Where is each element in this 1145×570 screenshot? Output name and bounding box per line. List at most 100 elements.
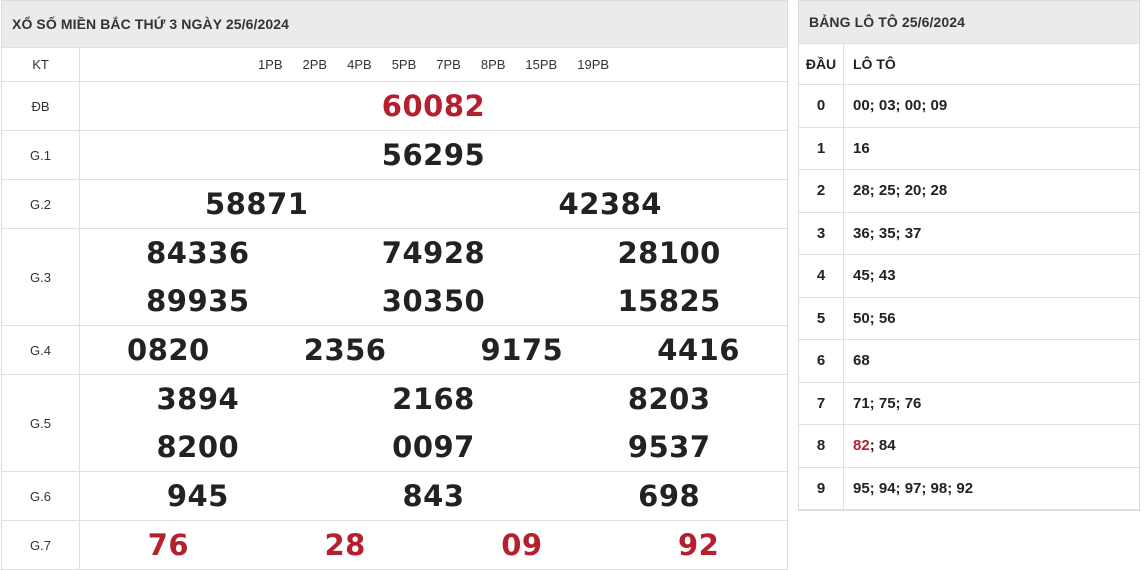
prize-number: 8200	[156, 430, 240, 464]
prize-number: 30350	[381, 284, 486, 318]
prize-number-line: 56295	[80, 131, 787, 179]
loto-head: 6	[799, 339, 844, 383]
prize-numbers-cell: 0820 2356 9175 4416	[79, 325, 787, 375]
prize-number: 28	[324, 528, 366, 562]
loto-values: 50; 56	[843, 296, 1139, 340]
prize-number: 843	[402, 479, 465, 513]
prize-row: G.4 0820 2356 9175 4416	[2, 325, 787, 375]
prize-number-line: 945 843 698	[80, 472, 787, 520]
prize-numbers-cell: 60082	[79, 81, 787, 131]
loto-head: 2	[799, 169, 844, 213]
pb-codes: 1PB 2PB 4PB 5PB 7PB 8PB 15PB 19PB	[80, 57, 787, 72]
prize-number: 2356	[303, 333, 387, 367]
loto-text: 28; 25; 20; 28	[853, 182, 948, 200]
loto-head-col: ĐẦU	[799, 43, 844, 85]
loto-head: 9	[799, 466, 844, 510]
loto-text: 16	[853, 139, 870, 157]
pb-code: 2PB	[302, 57, 328, 72]
prize-number: 9175	[480, 333, 564, 367]
prize-number-line: 84336 74928 28100	[80, 229, 787, 277]
loto-panel: BẢNG LÔ TÔ 25/6/2024 ĐẦU LÔ TÔ 0 00; 03; …	[798, 0, 1140, 511]
prize-number: 84336	[146, 236, 250, 270]
prize-number: 92	[677, 528, 720, 562]
loto-head: 5	[799, 296, 844, 340]
pb-code: 15PB	[525, 57, 558, 72]
prize-number: 945	[166, 479, 229, 513]
prize-number: 0097	[392, 430, 475, 464]
loto-head: 8	[799, 424, 844, 468]
loto-head: 1	[799, 126, 844, 170]
prize-number: 0820	[127, 333, 210, 367]
prize-number-line: 76 28 09 92	[80, 521, 787, 569]
pb-code: 7PB	[436, 57, 461, 72]
pb-codes-cell: 1PB 2PB 4PB 5PB 7PB 8PB 15PB 19PB	[79, 47, 787, 82]
prize-number-line: 58871 42384	[80, 180, 787, 228]
pb-code: 5PB	[391, 57, 417, 72]
prize-number-line: 0820 2356 9175 4416	[80, 326, 787, 374]
prize-number: 698	[638, 479, 701, 513]
prize-number: 3894	[156, 382, 240, 416]
loto-values: 68	[843, 339, 1139, 383]
loto-text: 00; 03; 00; 09	[853, 97, 948, 115]
loto-table: ĐẦU LÔ TÔ 0 00; 03; 00; 09 1 16 2 28; 25; 20;…	[799, 43, 1139, 510]
prize-row: G.2 58871 42384	[2, 179, 787, 229]
loto-header-row: ĐẦU LÔ TÔ	[799, 43, 1139, 85]
prize-row: ĐB 60082	[2, 81, 787, 131]
prize-row: G.3 84336 74928 28100 89935 30350 15825	[2, 228, 787, 326]
loto-text: ; 84	[869, 437, 896, 455]
loto-text: 36; 35; 37	[853, 224, 922, 242]
loto-values: 28; 25; 20; 28	[843, 169, 1139, 213]
loto-values: 36; 35; 37	[843, 211, 1139, 255]
prize-number: 76	[147, 528, 190, 562]
loto-values: 82; 84	[843, 424, 1139, 468]
loto-row: 1 16	[799, 126, 1139, 170]
prize-number: 42384	[558, 187, 662, 221]
prize-row: G.1 56295	[2, 130, 787, 180]
prize-number: 74928	[381, 236, 486, 270]
loto-values-col: LÔ TÔ	[843, 43, 1139, 85]
results-header-row: KT 1PB 2PB 4PB 5PB 7PB 8PB 15PB 19PB	[2, 47, 787, 82]
prize-label: G.7	[2, 520, 80, 570]
results-panel: XỔ SỐ MIỀN BẮC THỨ 3 NGÀY 25/6/2024 KT 1…	[1, 0, 788, 570]
loto-row: 3 36; 35; 37	[799, 211, 1139, 255]
pb-code: 19PB	[577, 57, 610, 72]
prize-label: G.6	[2, 471, 80, 521]
loto-row: 7 71; 75; 76	[799, 381, 1139, 425]
loto-highlight: 82	[853, 437, 870, 455]
prize-number: 58871	[205, 187, 309, 221]
prize-numbers-cell: 84336 74928 28100 89935 30350 15825	[79, 228, 787, 326]
prize-label: G.5	[2, 374, 80, 472]
loto-text: 95; 94; 97; 98; 92	[853, 479, 974, 497]
kt-header: KT	[2, 47, 80, 82]
prize-number: 9537	[627, 430, 711, 464]
prize-label: G.2	[2, 179, 80, 229]
loto-title: BẢNG LÔ TÔ 25/6/2024	[799, 1, 1139, 43]
pb-code: 8PB	[480, 57, 506, 72]
prize-row: G.6 945 843 698	[2, 471, 787, 521]
loto-values: 95; 94; 97; 98; 92	[843, 466, 1139, 510]
loto-text: 45; 43	[853, 267, 896, 285]
prize-number: 8203	[627, 382, 711, 416]
loto-text: 68	[853, 352, 870, 370]
loto-row: 6 68	[799, 339, 1139, 383]
loto-values: 71; 75; 76	[843, 381, 1139, 425]
prize-numbers-cell: 76 28 09 92	[79, 520, 787, 570]
loto-row: 2 28; 25; 20; 28	[799, 169, 1139, 213]
loto-row: 9 95; 94; 97; 98; 92	[799, 466, 1139, 510]
loto-row: 0 00; 03; 00; 09	[799, 84, 1139, 128]
loto-head: 3	[799, 211, 844, 255]
loto-head: 4	[799, 254, 844, 298]
prize-number: 28100	[617, 236, 721, 270]
loto-head: 0	[799, 84, 844, 128]
loto-values: 45; 43	[843, 254, 1139, 298]
pb-code: 1PB	[257, 57, 283, 72]
prize-number: 09	[501, 528, 543, 562]
loto-text: 50; 56	[853, 309, 896, 327]
prize-number-line: 60082	[80, 82, 787, 130]
loto-row: 8 82; 84	[799, 424, 1139, 468]
prize-numbers-cell: 58871 42384	[79, 179, 787, 229]
prize-numbers-cell: 945 843 698	[79, 471, 787, 521]
loto-row: 5 50; 56	[799, 296, 1139, 340]
prize-row: G.5 3894 2168 8203 8200 0097 9537	[2, 374, 787, 472]
prize-numbers-cell: 56295	[79, 130, 787, 180]
